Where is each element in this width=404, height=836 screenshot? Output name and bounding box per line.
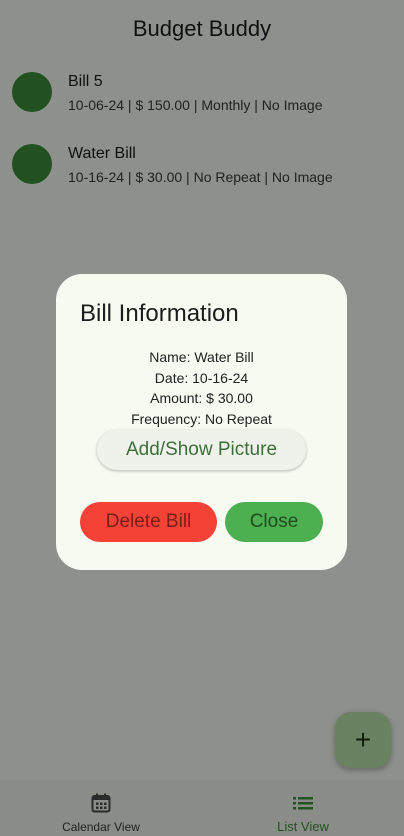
add-show-picture-button[interactable]: Add/Show Picture [97, 430, 306, 470]
bill-information-dialog: Bill Information Name: Water Bill Date: … [56, 274, 347, 570]
bill-details: Name: Water Bill Date: 10-16-24 Amount: … [56, 347, 347, 429]
close-button[interactable]: Close [225, 502, 323, 542]
delete-bill-button[interactable]: Delete Bill [80, 502, 217, 542]
dialog-title: Bill Information [80, 300, 239, 327]
bill-amount-text: Amount: $ 30.00 [150, 390, 253, 406]
bill-frequency-text: Frequency: No Repeat [131, 410, 272, 427]
bill-date-text: Date: 10-16-24 [154, 369, 249, 386]
bill-name-text: Name: Water Bill [149, 349, 254, 365]
